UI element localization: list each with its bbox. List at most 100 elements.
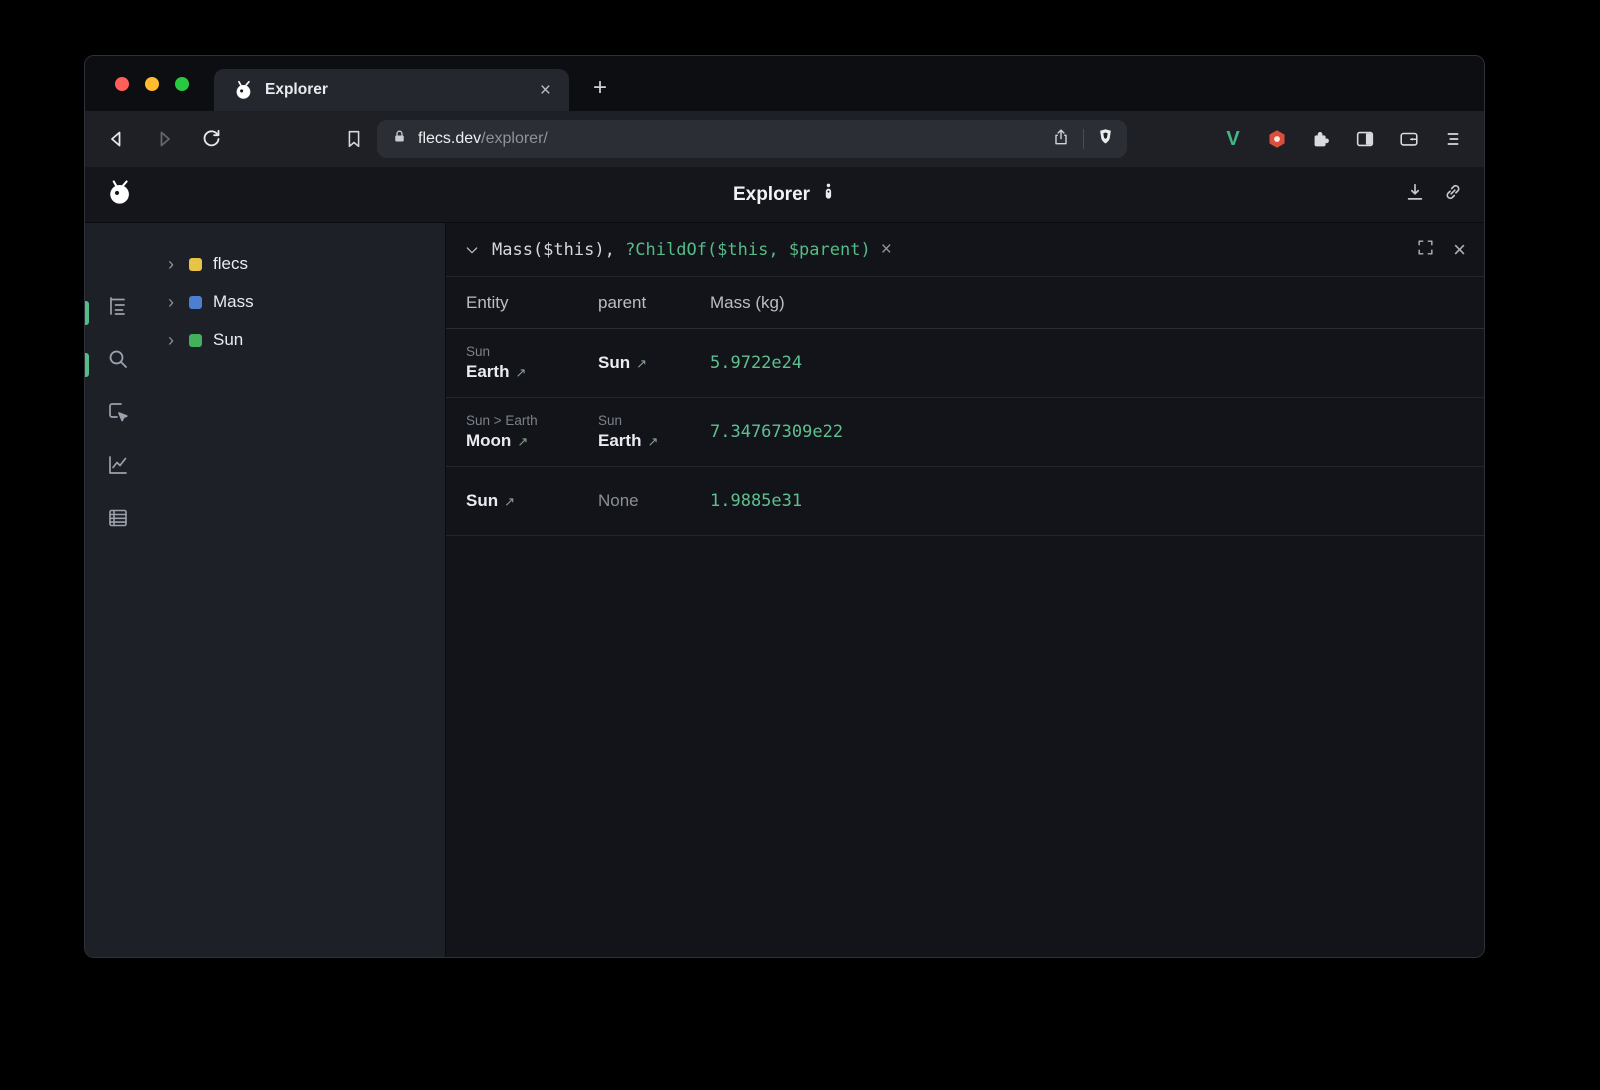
- minimize-window-button[interactable]: [145, 77, 159, 91]
- sidebar-toggle-icon[interactable]: [1348, 122, 1382, 156]
- address-bar[interactable]: flecs.dev/explorer/: [377, 120, 1127, 158]
- tree-expand-icon[interactable]: ›: [163, 292, 179, 313]
- mass-value: 7.34767309e22: [710, 398, 1484, 466]
- entity-path: Sun: [466, 344, 598, 359]
- new-tab-button[interactable]: +: [585, 73, 615, 103]
- table-row: Sun Earth ↗ Sun ↗ 5.9722e24: [446, 329, 1484, 398]
- fullscreen-icon[interactable]: [1416, 238, 1435, 262]
- back-button[interactable]: [99, 121, 135, 157]
- close-window-button[interactable]: [115, 77, 129, 91]
- divider: [1083, 129, 1084, 149]
- tree-item[interactable]: › Mass: [151, 283, 445, 321]
- url-text: flecs.dev/explorer/: [418, 130, 548, 148]
- column-mass: Mass (kg): [710, 293, 1484, 313]
- flecs-favicon-icon: [232, 79, 254, 101]
- parent-name[interactable]: Earth: [598, 431, 641, 451]
- query-panel: Mass($this), ?ChildOf($this, $parent) × …: [446, 223, 1484, 958]
- query-expression[interactable]: Mass($this), ?ChildOf($this, $parent): [492, 240, 871, 260]
- desktop-background: Explorer × + flecs.dev/expl: [0, 0, 1600, 1090]
- mass-value: 1.9885e31: [710, 467, 1484, 535]
- url-path: /explorer/: [481, 130, 548, 147]
- browser-tab-explorer[interactable]: Explorer ×: [214, 69, 569, 111]
- parent-name[interactable]: None: [598, 491, 639, 511]
- parent-external-link-icon[interactable]: ↗: [647, 434, 658, 450]
- zoom-window-button[interactable]: [175, 77, 189, 91]
- query-text-plain: Mass($this),: [492, 240, 625, 260]
- query-header: Mass($this), ?ChildOf($this, $parent) × …: [446, 223, 1484, 277]
- entity-tree: › flecs › Mass › Sun: [151, 223, 446, 958]
- entity-external-link-icon[interactable]: ↗: [515, 365, 526, 381]
- chart-icon[interactable]: [105, 452, 131, 478]
- tree-item-label[interactable]: Sun: [213, 330, 243, 350]
- extension-area: V: [1206, 122, 1470, 156]
- query-remove-icon[interactable]: ×: [881, 240, 892, 259]
- parent-cell: Sun Earth ↗: [598, 398, 710, 466]
- parent-external-link-icon[interactable]: ↗: [636, 356, 647, 372]
- mass-value: 5.9722e24: [710, 329, 1484, 397]
- entity-name[interactable]: Earth: [466, 362, 509, 382]
- parent-name[interactable]: Sun: [598, 353, 630, 373]
- sidebar-rail: [85, 223, 151, 958]
- tree-item[interactable]: › Sun: [151, 321, 445, 359]
- extensions-puzzle-icon[interactable]: [1304, 122, 1338, 156]
- menu-icon[interactable]: [1436, 122, 1470, 156]
- url-domain: flecs.dev: [418, 130, 481, 147]
- hexagon-extension-icon[interactable]: [1260, 122, 1294, 156]
- forward-button[interactable]: [146, 121, 182, 157]
- tree-expand-icon[interactable]: ›: [163, 330, 179, 351]
- tree-view-icon[interactable]: [105, 293, 131, 319]
- rows-list-icon[interactable]: [105, 505, 131, 531]
- tab-title: Explorer: [265, 81, 328, 99]
- result-table-body: Sun Earth ↗ Sun ↗ 5.9722e24 Sun > Earth …: [446, 329, 1484, 536]
- window-controls: [115, 77, 189, 91]
- lock-icon: [391, 128, 408, 150]
- brave-shield-icon[interactable]: [1096, 127, 1115, 151]
- active-indicator: [85, 353, 89, 377]
- entity-name[interactable]: Sun: [466, 491, 498, 511]
- search-icon[interactable]: [105, 346, 131, 372]
- chevron-down-icon[interactable]: [464, 242, 480, 258]
- app-body: › flecs › Mass › Sun Mass($this), ?Child…: [85, 223, 1484, 958]
- tree-item-swatch: [189, 334, 202, 347]
- share-icon[interactable]: [1051, 127, 1071, 152]
- tree-item-swatch: [189, 296, 202, 309]
- column-parent: parent: [598, 293, 710, 313]
- bookmark-icon[interactable]: [336, 121, 372, 157]
- browser-toolbar: flecs.dev/explorer/ V: [85, 111, 1484, 167]
- table-row: Sun > Earth Moon ↗ Sun Earth ↗ 7.3476730…: [446, 398, 1484, 467]
- tree-expand-icon[interactable]: ›: [163, 254, 179, 275]
- tree-item-label[interactable]: Mass: [213, 292, 254, 312]
- entity-cell: Sun ↗: [466, 467, 598, 535]
- reload-button[interactable]: [193, 121, 229, 157]
- parent-path: Sun: [598, 413, 710, 428]
- active-indicator: [85, 301, 89, 325]
- copy-link-icon[interactable]: [1442, 181, 1464, 208]
- tree-item-label[interactable]: flecs: [213, 254, 248, 274]
- vue-devtools-icon[interactable]: V: [1216, 122, 1250, 156]
- entity-external-link-icon[interactable]: ↗: [504, 494, 515, 510]
- entity-external-link-icon[interactable]: ↗: [517, 434, 528, 450]
- column-entity: Entity: [466, 293, 598, 313]
- browser-window: Explorer × + flecs.dev/expl: [84, 55, 1485, 958]
- table-header: Entity parent Mass (kg): [446, 277, 1484, 329]
- panel-close-icon[interactable]: ×: [1453, 239, 1466, 261]
- tab-strip: Explorer × +: [85, 56, 1484, 111]
- page-title: Explorer: [733, 182, 836, 207]
- tab-close-icon[interactable]: ×: [536, 79, 555, 102]
- entity-cell: Sun Earth ↗: [466, 329, 598, 397]
- tree-item[interactable]: › flecs: [151, 245, 445, 283]
- inspect-select-icon[interactable]: [105, 399, 131, 425]
- parent-cell: Sun ↗: [598, 329, 710, 397]
- query-text-highlight: ?ChildOf($this, $parent): [625, 240, 871, 260]
- download-icon[interactable]: [1404, 181, 1426, 208]
- entity-name[interactable]: Moon: [466, 431, 511, 451]
- wallet-icon[interactable]: [1392, 122, 1426, 156]
- parent-cell: None: [598, 467, 710, 535]
- flecs-logo-icon[interactable]: [105, 178, 133, 211]
- table-row: Sun ↗ None 1.9885e31: [446, 467, 1484, 536]
- inspector-icon: [820, 182, 836, 207]
- app-header: Explorer: [85, 167, 1484, 223]
- entity-path: Sun > Earth: [466, 413, 598, 428]
- entity-cell: Sun > Earth Moon ↗: [466, 398, 598, 466]
- tree-item-swatch: [189, 258, 202, 271]
